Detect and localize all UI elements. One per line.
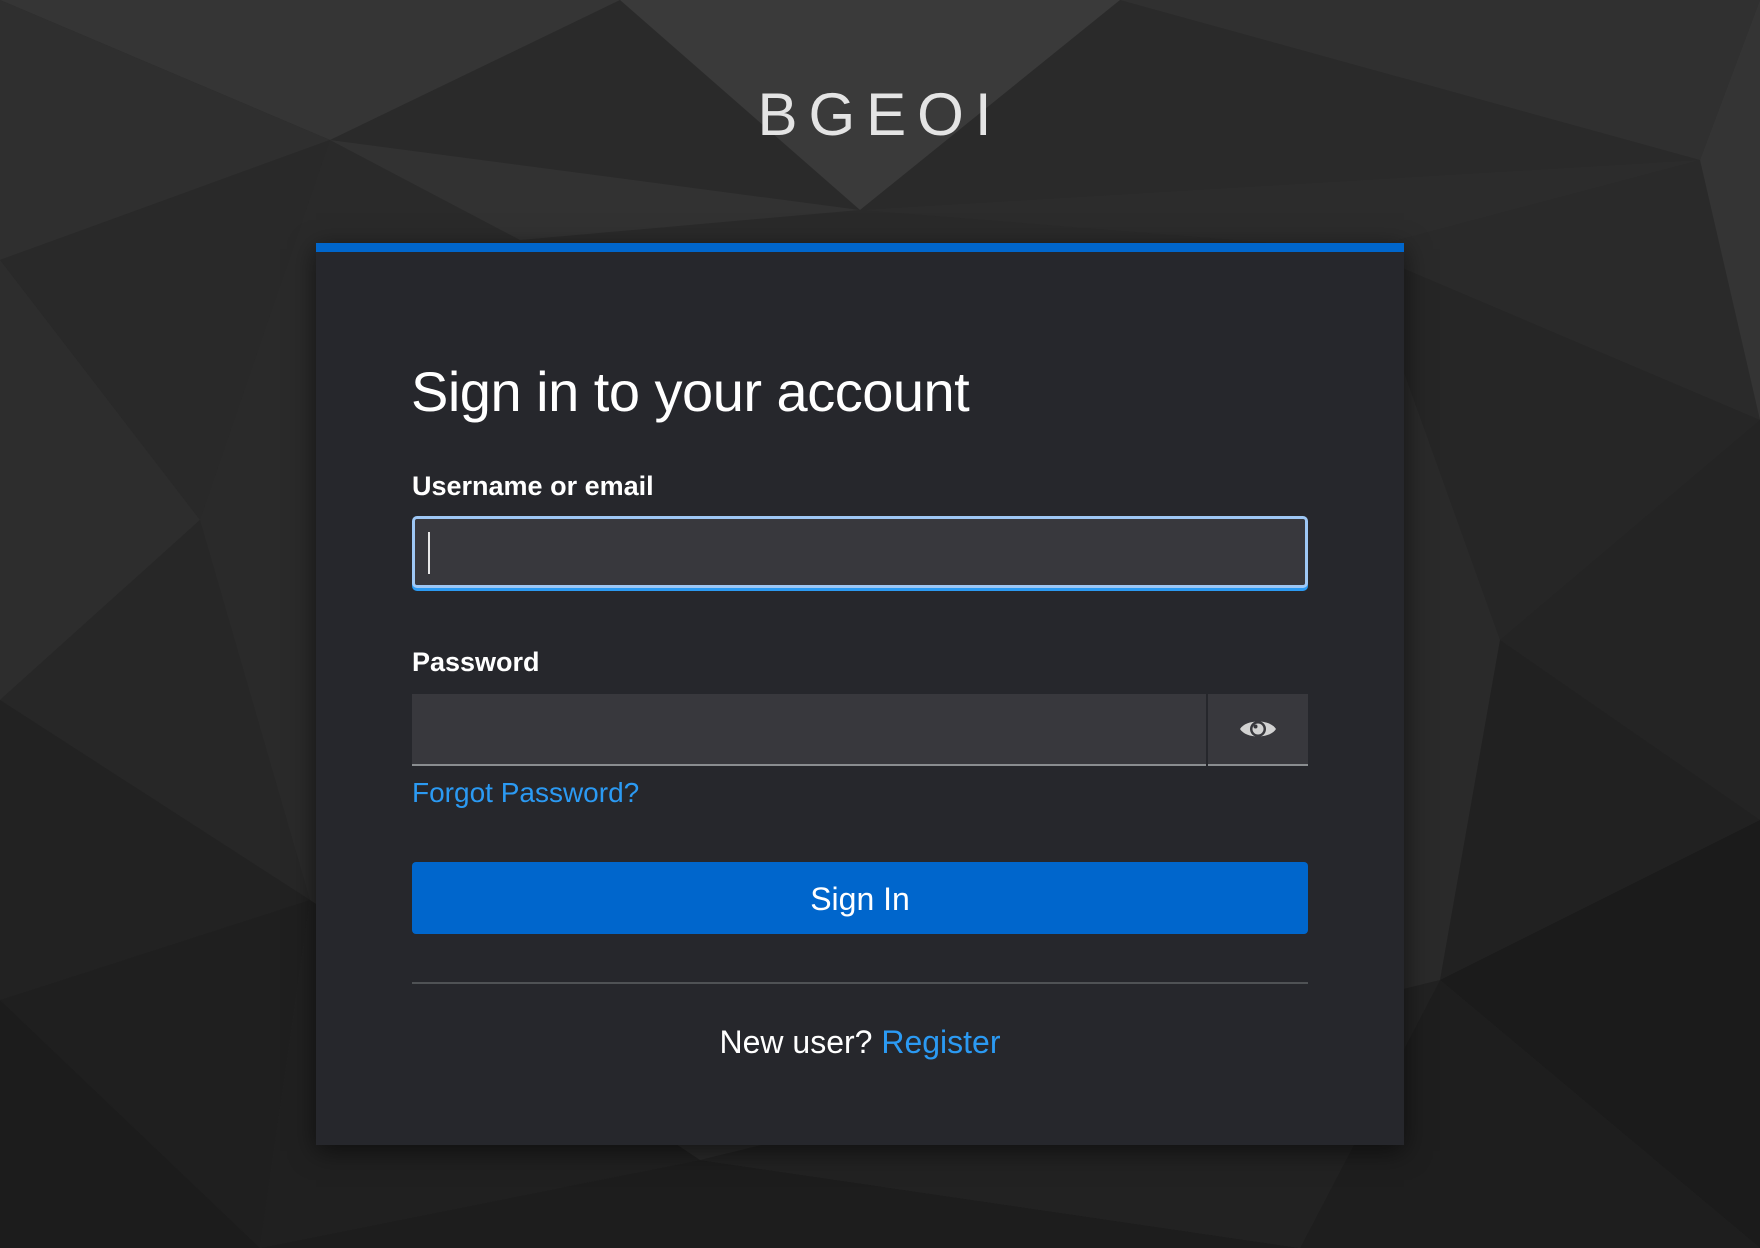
register-link[interactable]: Register (881, 1024, 1000, 1060)
username-input[interactable] (412, 516, 1308, 588)
new-user-text: New user? (719, 1024, 873, 1060)
password-input[interactable] (412, 694, 1206, 766)
eye-icon (1240, 721, 1276, 737)
username-label: Username or email (412, 471, 654, 501)
text-caret (428, 532, 430, 574)
login-card: Sign in to your account Username or emai… (316, 243, 1404, 1145)
sign-in-button[interactable]: Sign In (412, 862, 1308, 934)
divider (412, 982, 1308, 984)
password-label: Password (412, 647, 540, 677)
brand-logo: BGEOI (757, 81, 1003, 148)
forgot-password-link[interactable]: Forgot Password? (412, 776, 639, 810)
show-password-button[interactable] (1208, 694, 1308, 766)
page-title: Sign in to your account (411, 360, 970, 423)
register-prompt: New user? Register (316, 1022, 1404, 1062)
